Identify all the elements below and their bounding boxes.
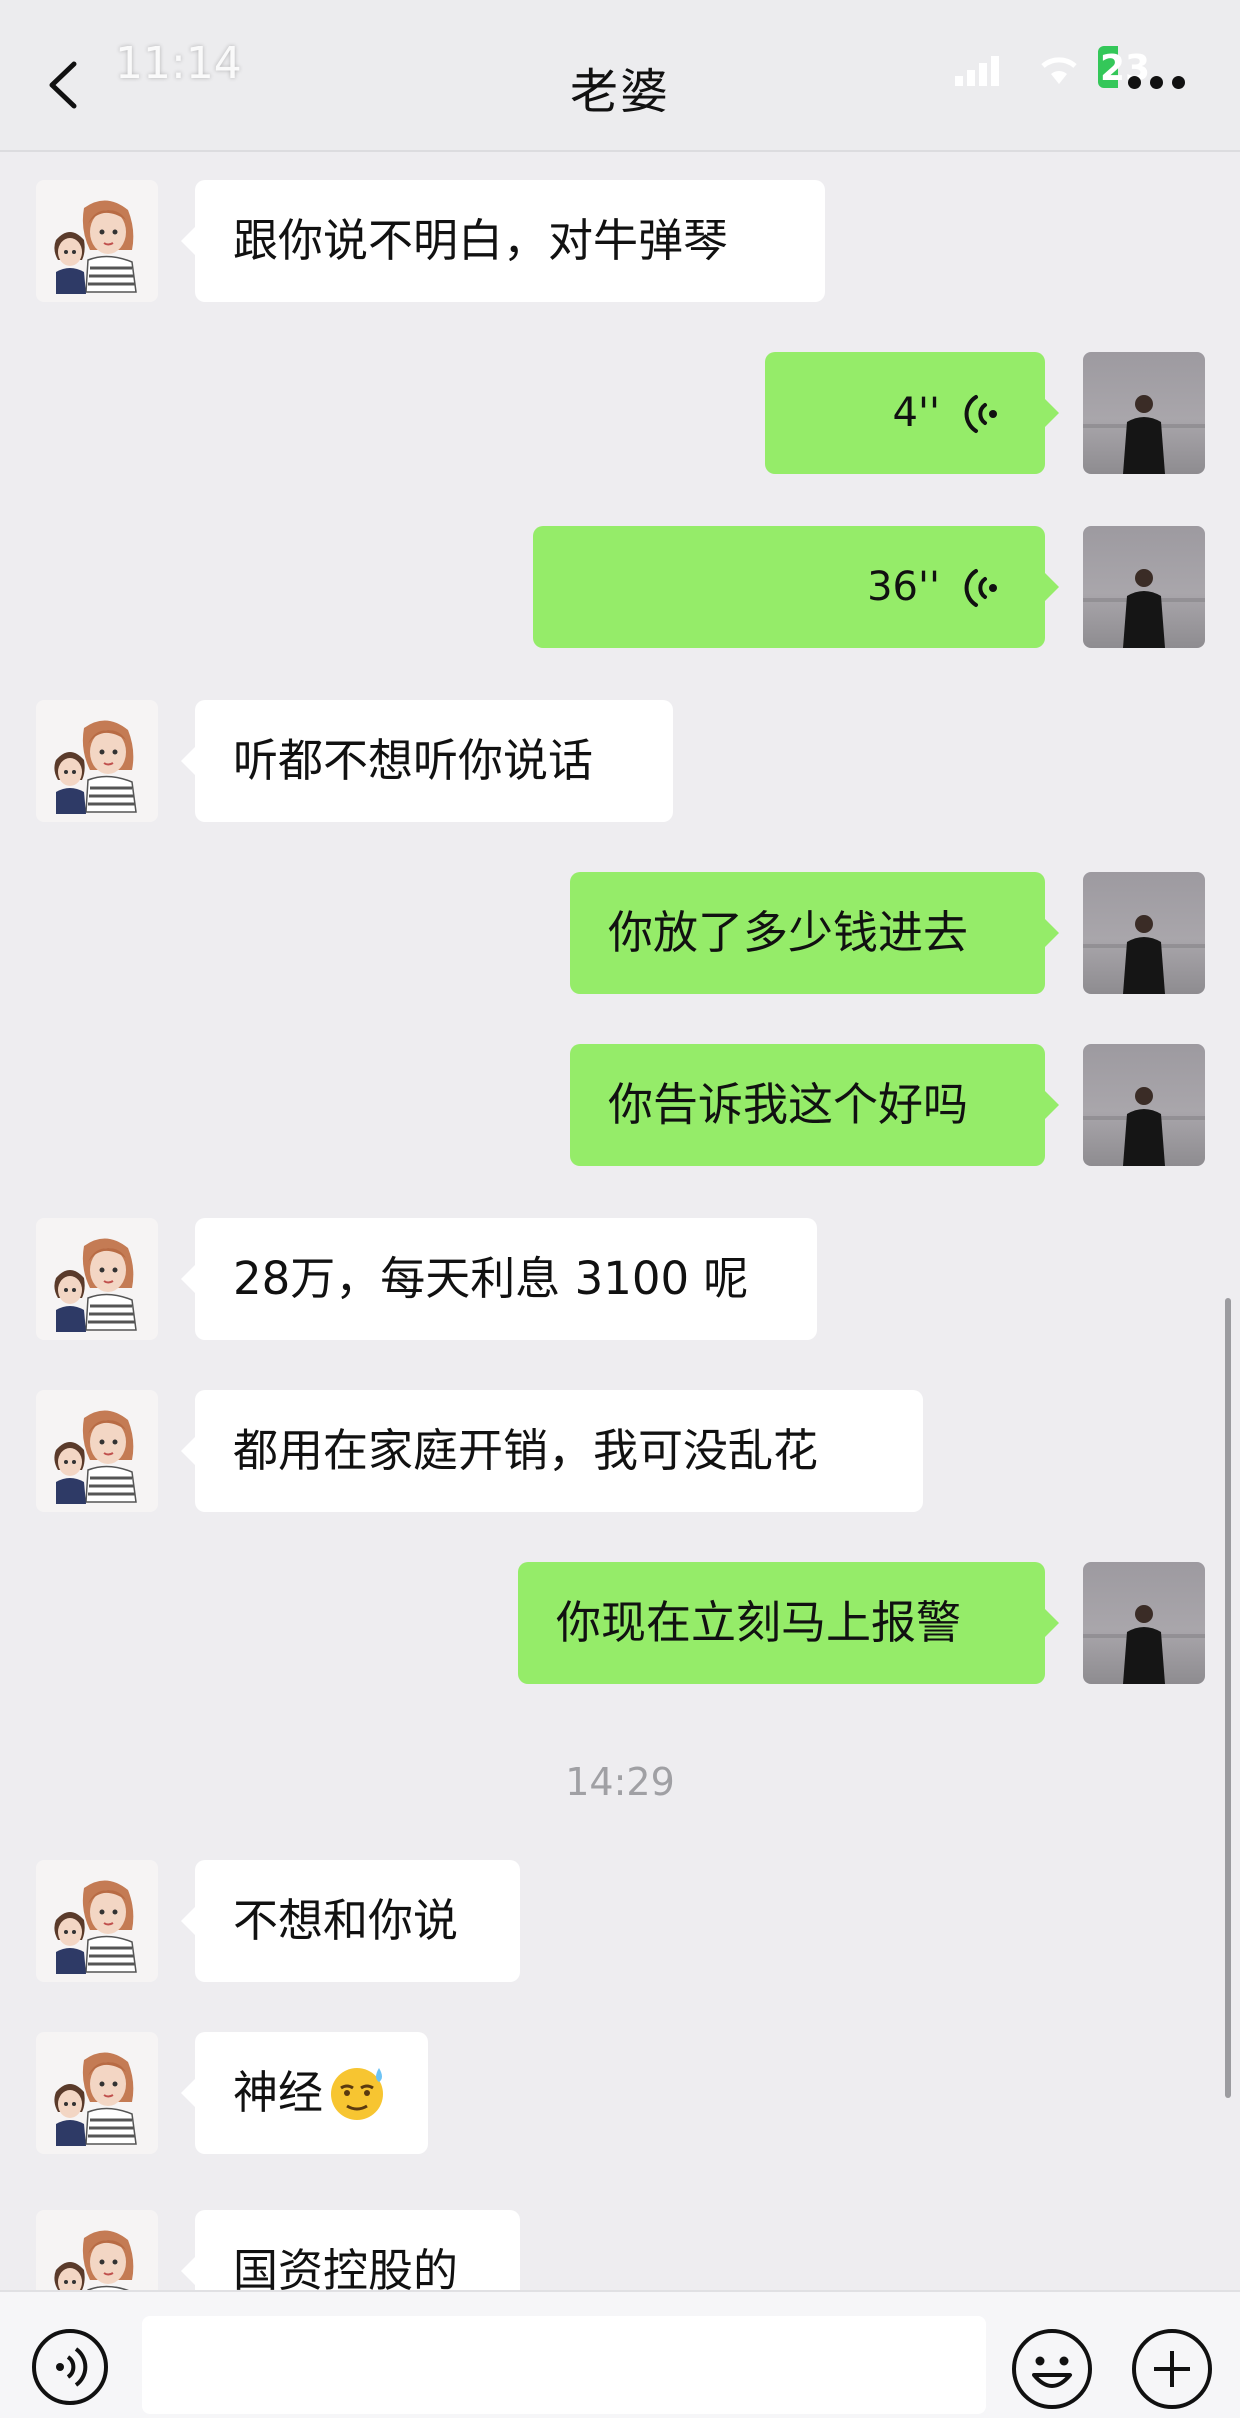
voice-message-bubble[interactable]: 36'' <box>533 526 1059 648</box>
message-text: 听都不想听你说话 <box>233 734 594 787</box>
message-text: 不想和你说 <box>233 1894 459 1947</box>
message-text: 神经 <box>233 2066 324 2119</box>
wifi-icon <box>1041 57 1077 84</box>
contact-avatar[interactable] <box>36 180 158 302</box>
my-avatar[interactable] <box>1083 1562 1205 1684</box>
my-avatar[interactable] <box>1083 526 1205 648</box>
contact-avatar[interactable] <box>36 1218 158 1340</box>
message-bubble[interactable]: 你现在立刻马上报警 <box>518 1562 1059 1684</box>
message-bubble[interactable]: 听都不想听你说话 <box>181 700 673 822</box>
voice-input-button[interactable] <box>30 2327 110 2407</box>
sweat-smile-emoji-icon <box>331 2068 384 2120</box>
voice-message-bubble[interactable]: 4'' <box>765 352 1059 474</box>
my-avatar[interactable] <box>1083 352 1205 474</box>
message-bubble[interactable]: 28万，每天利息 3100 呢 <box>181 1218 817 1340</box>
voice-wave-icon <box>964 569 997 607</box>
contact-avatar[interactable] <box>36 1860 158 1982</box>
message-text: 跟你说不明白，对牛弹琴 <box>233 214 729 267</box>
plus-icon <box>1132 2329 1212 2409</box>
message-text: 28万，每天利息 3100 呢 <box>233 1252 749 1305</box>
signal-icon <box>955 56 999 86</box>
contact-avatar[interactable] <box>36 2032 158 2154</box>
voice-duration: 4'' <box>892 390 940 436</box>
timestamp: 14:29 <box>565 1760 675 1804</box>
contact-avatar[interactable] <box>36 1390 158 1512</box>
message-bubble[interactable]: 都用在家庭开销，我可没乱花 <box>181 1390 923 1512</box>
message-input[interactable] <box>142 2316 986 2414</box>
message-bubble[interactable]: 跟你说不明白，对牛弹琴 <box>181 180 825 302</box>
message-bubble[interactable]: 你放了多少钱进去 <box>570 872 1059 994</box>
emoji-icon <box>1012 2329 1092 2409</box>
my-avatar[interactable] <box>1083 872 1205 994</box>
message-text: 你现在立刻马上报警 <box>556 1596 962 1649</box>
input-bar <box>0 2290 1240 2418</box>
message-bubble[interactable]: 神经 <box>181 2032 428 2154</box>
message-bubble[interactable]: 不想和你说 <box>181 1860 520 1982</box>
contact-avatar[interactable] <box>36 700 158 822</box>
more-dots-icon <box>1128 76 1141 89</box>
voice-duration: 36'' <box>867 564 940 610</box>
message-text: 你放了多少钱进去 <box>608 906 969 959</box>
plus-button[interactable] <box>1130 2327 1214 2411</box>
scrollbar[interactable] <box>1225 1298 1231 2098</box>
message-text: 都用在家庭开销，我可没乱花 <box>233 1424 819 1477</box>
message-bubble[interactable]: 你告诉我这个好吗 <box>570 1044 1059 1166</box>
emoji-button[interactable] <box>1010 2327 1094 2411</box>
chat-header: 11:14 老婆 23 <box>0 0 1240 152</box>
more-button[interactable] <box>1128 76 1188 90</box>
voice-input-icon <box>32 2329 108 2405</box>
voice-wave-icon <box>964 395 997 433</box>
message-text: 你告诉我这个好吗 <box>608 1078 969 1131</box>
my-avatar[interactable] <box>1083 1044 1205 1166</box>
